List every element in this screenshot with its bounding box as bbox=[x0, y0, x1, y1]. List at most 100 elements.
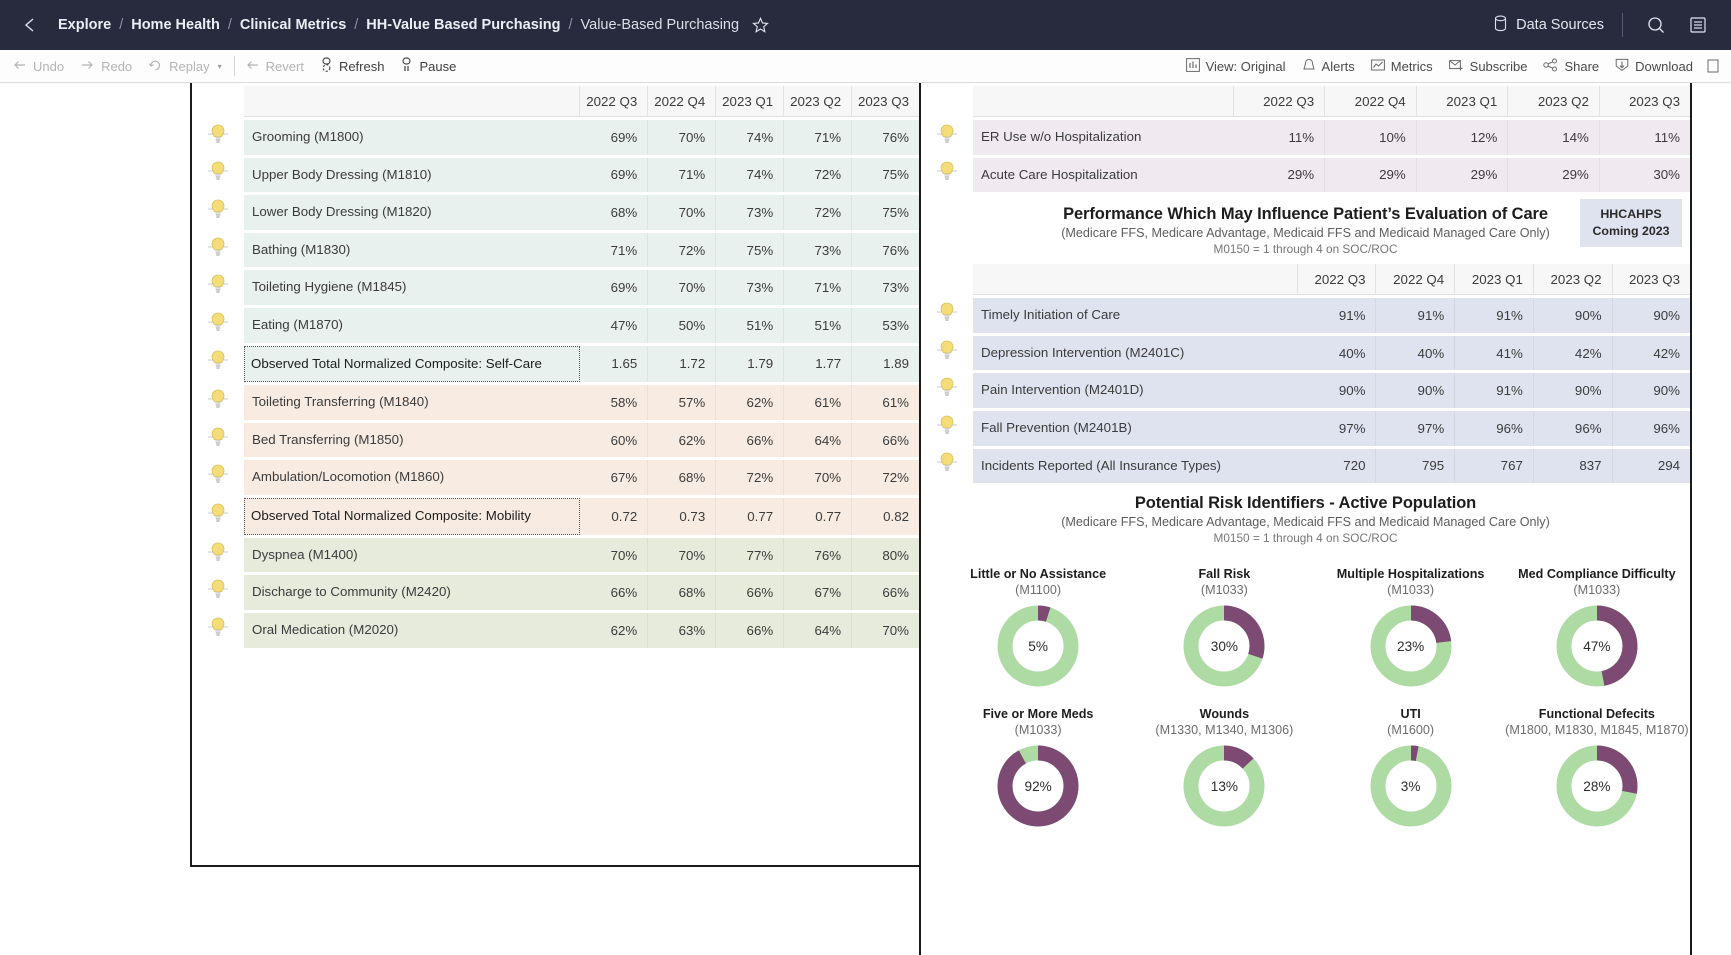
row-insight-cell[interactable] bbox=[192, 120, 244, 155]
metric-value[interactable]: 75% bbox=[852, 195, 919, 230]
metric-value[interactable]: 66% bbox=[716, 612, 785, 648]
hamburger-menu-icon[interactable] bbox=[1683, 10, 1713, 40]
metric-value[interactable]: 11% bbox=[1599, 120, 1690, 155]
metric-value[interactable]: 720 bbox=[1297, 448, 1377, 484]
metric-value[interactable]: 71% bbox=[784, 270, 853, 306]
metric-value[interactable]: 70% bbox=[648, 195, 717, 230]
pause-button[interactable]: Pause bbox=[400, 57, 456, 75]
table-row[interactable]: Depression Intervention (M2401C) 40% 40% 41… bbox=[921, 335, 1690, 371]
metric-value[interactable]: 42% bbox=[1612, 335, 1690, 371]
metric-value[interactable]: 71% bbox=[784, 120, 853, 155]
lightbulb-icon[interactable] bbox=[207, 349, 229, 375]
metric-label[interactable]: Toileting Transferring (M1840) bbox=[244, 385, 581, 420]
metric-label[interactable]: Acute Care Hospitalization bbox=[973, 157, 1234, 193]
metric-value[interactable]: 50% bbox=[648, 308, 717, 343]
donut-chart[interactable]: Med Compliance Difficulty (M1033) 47% bbox=[1504, 554, 1690, 690]
col-header-2022q3[interactable]: 2022 Q3 bbox=[1233, 86, 1326, 117]
metric-value[interactable]: 837 bbox=[1533, 448, 1613, 484]
metric-value[interactable]: 47% bbox=[580, 308, 649, 343]
metric-value[interactable]: 90% bbox=[1612, 298, 1690, 333]
metric-value[interactable]: 73% bbox=[852, 270, 919, 306]
metric-value[interactable]: 61% bbox=[784, 385, 853, 420]
table-row[interactable]: Observed Total Normalized Composite: Mob… bbox=[192, 498, 919, 535]
metric-value[interactable]: 90% bbox=[1612, 373, 1690, 409]
metric-value[interactable]: 62% bbox=[716, 385, 785, 420]
metric-value[interactable]: 58% bbox=[580, 385, 649, 420]
metric-label[interactable]: Pain Intervention (M2401D) bbox=[973, 373, 1298, 409]
col-header-2023q2[interactable]: 2023 Q2 bbox=[784, 86, 853, 117]
metric-value[interactable]: 76% bbox=[852, 120, 919, 155]
row-insight-cell[interactable] bbox=[921, 157, 973, 193]
metric-value[interactable]: 76% bbox=[852, 232, 919, 268]
metric-value[interactable]: 1.89 bbox=[852, 345, 919, 383]
row-insight-cell[interactable] bbox=[192, 422, 244, 458]
donut-chart[interactable]: Fall Risk (M1033) 30% bbox=[1131, 554, 1317, 690]
col-header-2023q2[interactable]: 2023 Q2 bbox=[1508, 86, 1600, 117]
metric-value[interactable]: 91% bbox=[1297, 298, 1377, 333]
metric-value[interactable]: 14% bbox=[1508, 120, 1600, 155]
metric-value[interactable]: 53% bbox=[852, 308, 919, 343]
metric-value[interactable]: 69% bbox=[580, 120, 649, 155]
metric-value[interactable]: 12% bbox=[1416, 120, 1509, 155]
redo-button[interactable]: Redo bbox=[80, 59, 132, 74]
col-header-2022q3[interactable]: 2022 Q3 bbox=[580, 86, 649, 117]
lightbulb-icon[interactable] bbox=[207, 311, 229, 337]
favorite-star-icon[interactable] bbox=[751, 16, 770, 35]
metric-value[interactable]: 74% bbox=[716, 157, 785, 193]
metric-value[interactable]: 80% bbox=[852, 537, 919, 573]
table-row[interactable]: Toileting Transferring (M1840) 58% 57% 62% 6… bbox=[192, 385, 919, 420]
metric-value[interactable]: 68% bbox=[648, 460, 717, 496]
metric-value[interactable]: 30% bbox=[1599, 157, 1690, 193]
metric-value[interactable]: 91% bbox=[1455, 298, 1534, 333]
lightbulb-icon[interactable] bbox=[207, 273, 229, 299]
breadcrumb-item-explore[interactable]: Explore bbox=[58, 17, 111, 33]
row-insight-cell[interactable] bbox=[192, 575, 244, 610]
metric-value[interactable]: 70% bbox=[648, 120, 717, 155]
metric-value[interactable]: 51% bbox=[784, 308, 853, 343]
metric-value[interactable]: 74% bbox=[716, 120, 785, 155]
lightbulb-icon[interactable] bbox=[207, 160, 229, 186]
metric-value[interactable]: 90% bbox=[1376, 373, 1456, 409]
metric-value[interactable]: 60% bbox=[580, 422, 649, 458]
lightbulb-icon[interactable] bbox=[936, 123, 958, 149]
donut-chart[interactable]: Wounds (M1330, M1340, M1306) 13% bbox=[1131, 696, 1317, 830]
metric-value[interactable]: 73% bbox=[716, 270, 785, 306]
lightbulb-icon[interactable] bbox=[207, 578, 229, 604]
row-insight-cell[interactable] bbox=[192, 345, 244, 383]
metric-value[interactable]: 294 bbox=[1612, 448, 1690, 484]
metric-value[interactable]: 51% bbox=[716, 308, 785, 343]
table-row[interactable]: Acute Care Hospitalization 29% 29% 29% 29% 30… bbox=[921, 157, 1690, 193]
table-row[interactable]: Eating (M1870) 47% 50% 51% 51% 53% bbox=[192, 308, 919, 343]
table-row[interactable]: Fall Prevention (M2401B) 97% 97% 96% 96% 96% bbox=[921, 411, 1690, 446]
metric-label[interactable]: Observed Total Normalized Composite: Sel… bbox=[244, 345, 581, 383]
download-button[interactable]: Download bbox=[1615, 58, 1693, 75]
row-insight-cell[interactable] bbox=[921, 298, 973, 333]
row-insight-cell[interactable] bbox=[192, 385, 244, 420]
metric-value[interactable]: 77% bbox=[716, 537, 785, 573]
metric-value[interactable]: 29% bbox=[1508, 157, 1600, 193]
table-row[interactable]: Lower Body Dressing (M1820) 68% 70% 73% 72% 7… bbox=[192, 195, 919, 230]
metric-value[interactable]: 72% bbox=[648, 232, 717, 268]
metric-value[interactable]: 90% bbox=[1533, 298, 1613, 333]
undo-button[interactable]: Undo bbox=[12, 59, 64, 74]
metric-value[interactable]: 96% bbox=[1533, 411, 1613, 446]
data-sources-button[interactable]: Data Sources bbox=[1493, 15, 1604, 36]
metric-value[interactable]: 62% bbox=[580, 612, 649, 648]
col-header-2022q3[interactable]: 2022 Q3 bbox=[1297, 264, 1377, 296]
table-row[interactable]: Observed Total Normalized Composite: Sel… bbox=[192, 345, 919, 383]
more-options-icon[interactable] bbox=[1707, 59, 1719, 73]
row-insight-cell[interactable] bbox=[192, 232, 244, 268]
breadcrumb-item-value-based-purchasing[interactable]: Value-Based Purchasing bbox=[581, 17, 740, 33]
lightbulb-icon[interactable] bbox=[207, 236, 229, 262]
metric-label[interactable]: Fall Prevention (M2401B) bbox=[973, 411, 1298, 446]
metric-label[interactable]: Lower Body Dressing (M1820) bbox=[244, 195, 581, 230]
lightbulb-icon[interactable] bbox=[936, 160, 958, 186]
table-row[interactable]: Discharge to Community (M2420) 66% 68% 66% 6… bbox=[192, 575, 919, 610]
metric-value[interactable]: 62% bbox=[648, 422, 717, 458]
replay-button[interactable]: Replay bbox=[148, 59, 210, 74]
metric-value[interactable]: 91% bbox=[1376, 298, 1456, 333]
donut-chart[interactable]: Multiple Hospitalizations (M1033) 23% bbox=[1318, 554, 1504, 690]
row-insight-cell[interactable] bbox=[192, 498, 244, 535]
metric-label[interactable]: Toileting Hygiene (M1845) bbox=[244, 270, 581, 306]
row-insight-cell[interactable] bbox=[192, 308, 244, 343]
